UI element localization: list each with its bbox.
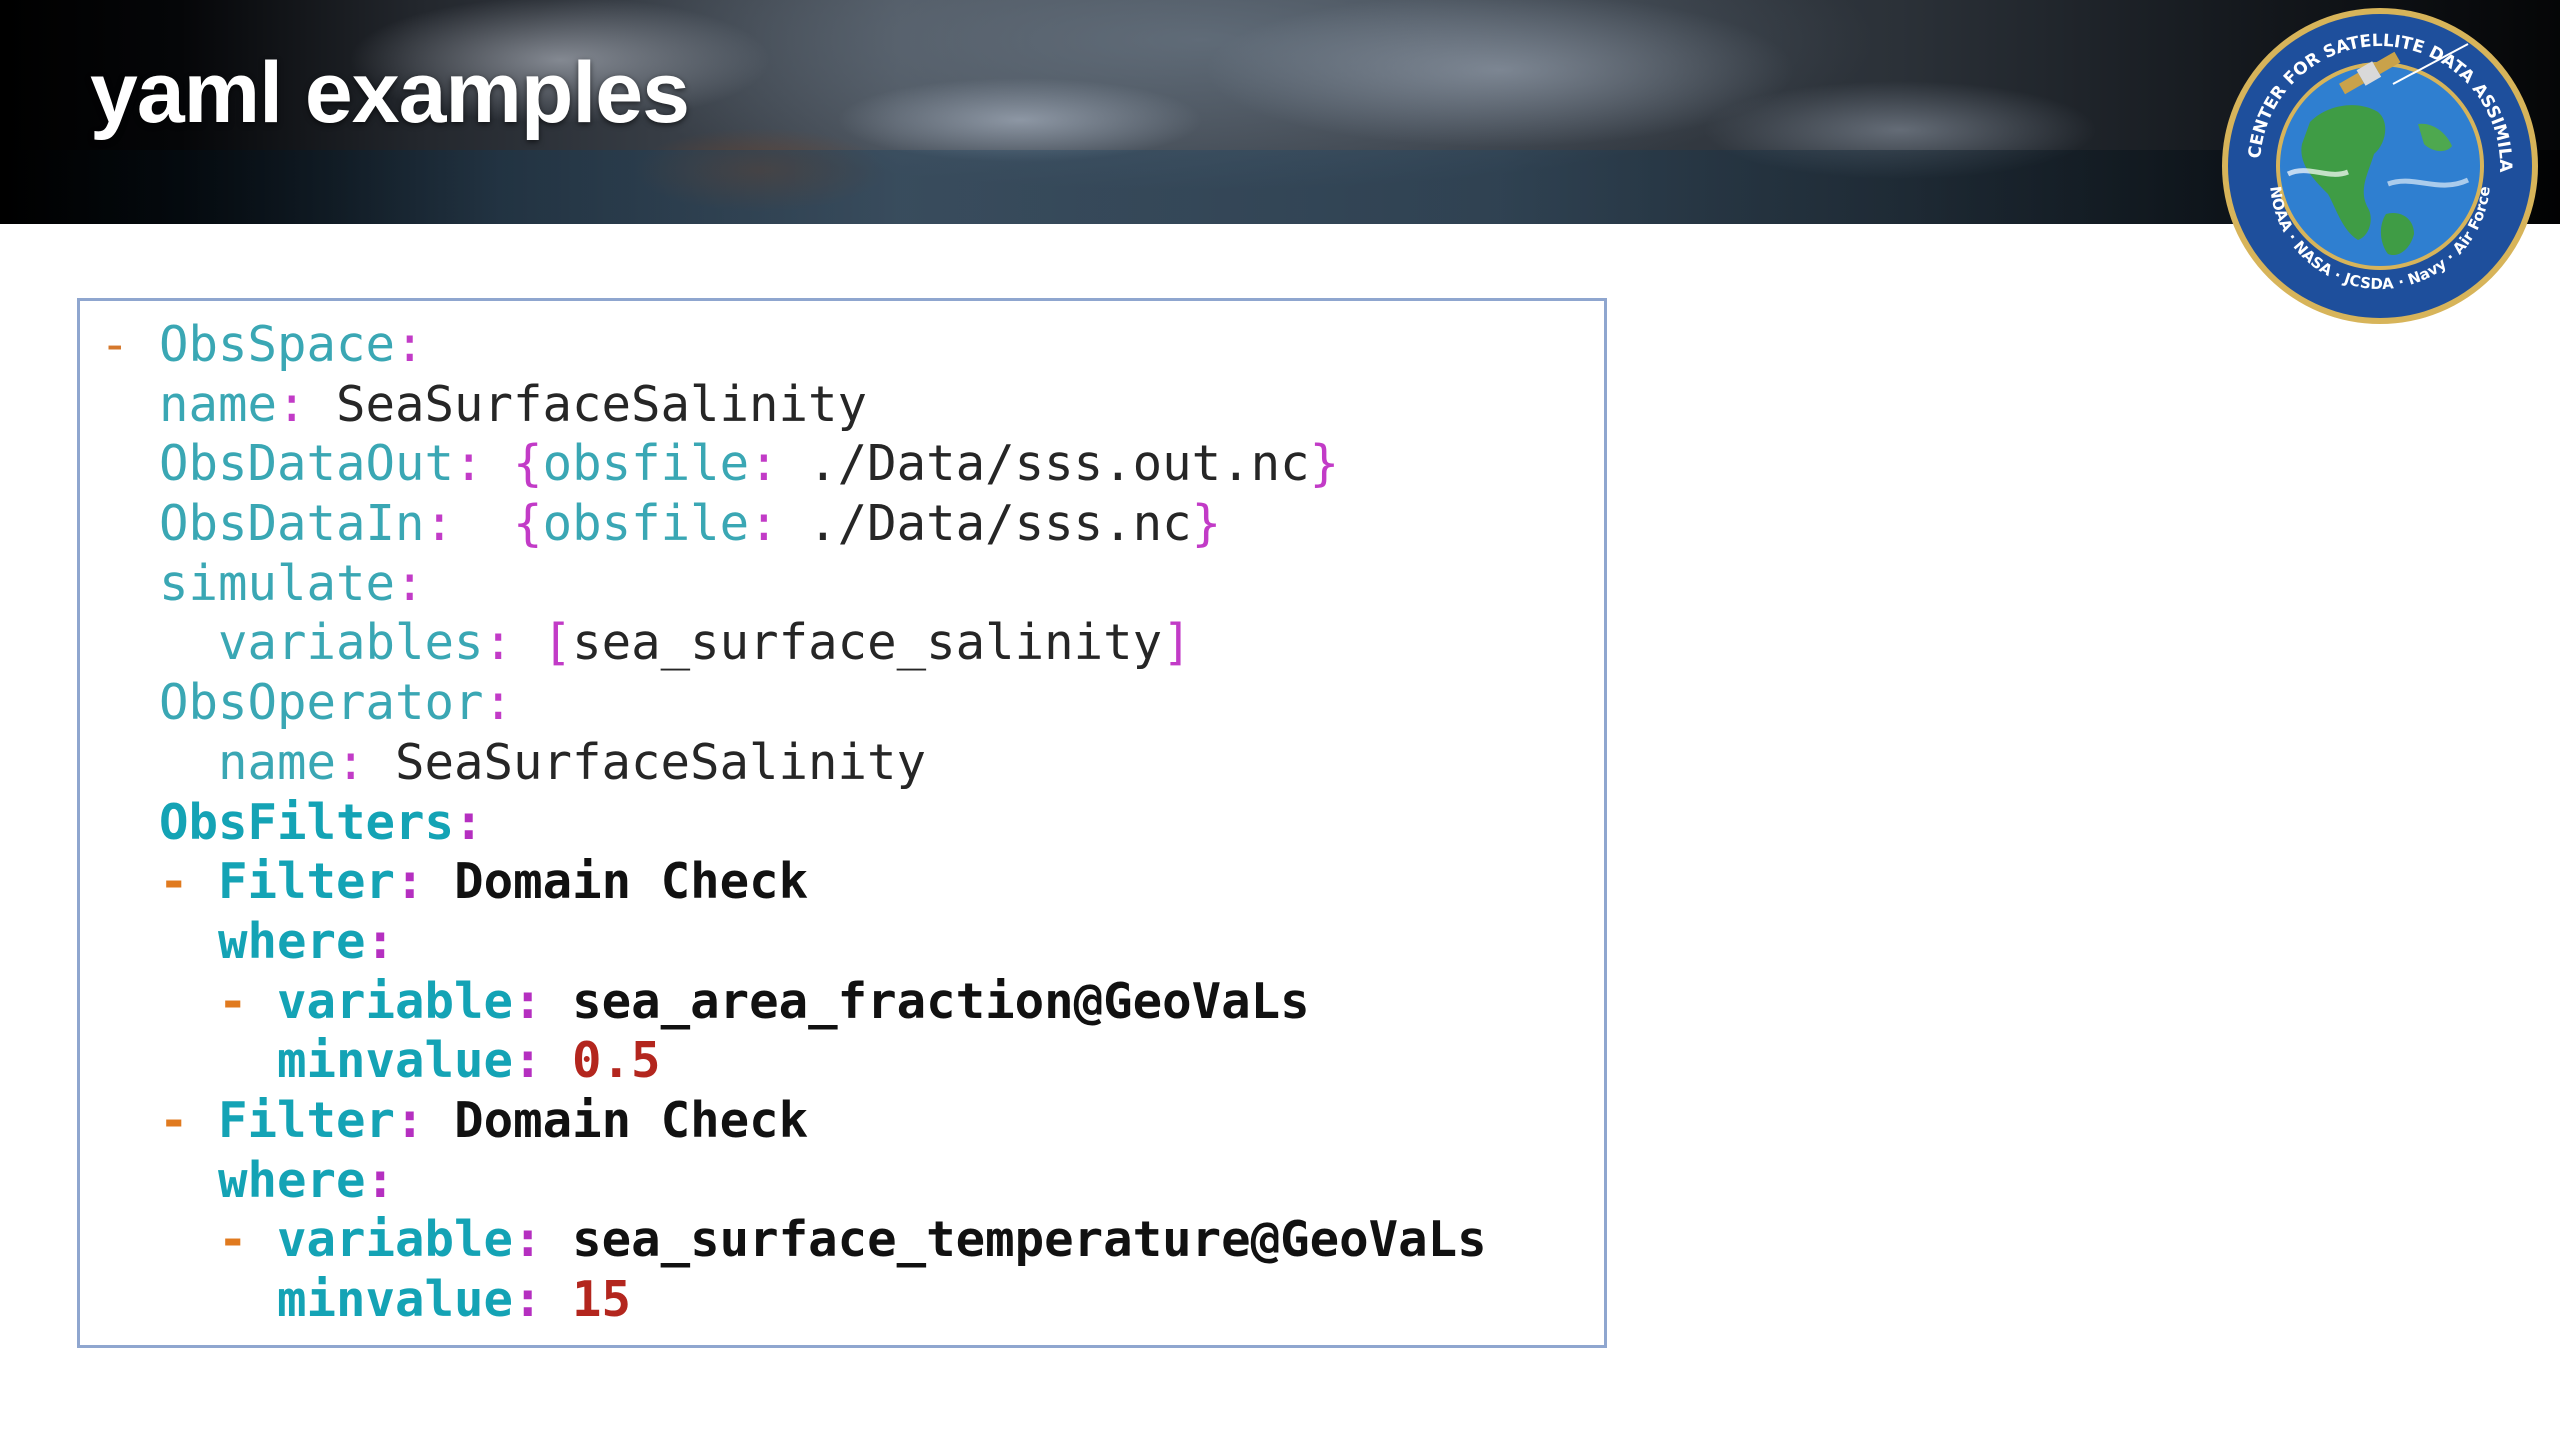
yaml-value: SeaSurfaceSalinity — [395, 733, 927, 791]
yaml-key: minvalue — [277, 1032, 514, 1090]
yaml-key: ObsDataIn — [159, 495, 425, 553]
yaml-punct: : — [277, 375, 337, 433]
yaml-key: name — [218, 733, 337, 791]
yaml-punct: : — [513, 972, 573, 1030]
yaml-punct: { — [513, 435, 543, 493]
yaml-value: SeaSurfaceSalinity — [336, 375, 868, 433]
yaml-punct: } — [1309, 435, 1340, 493]
code-line-1: - ObsSpace: — [100, 315, 1487, 375]
code-line-12: - variable: sea_area_fraction@GeoVaLs — [100, 972, 1487, 1032]
yaml-key: obsfile — [542, 495, 750, 553]
yaml-code: - ObsSpace: name: SeaSurfaceSalinity Obs… — [100, 315, 1487, 1330]
yaml-value: sea_surface_temperature@GeoVaLs — [572, 1211, 1487, 1269]
yaml-value: sea_area_fraction@GeoVaLs — [572, 972, 1310, 1030]
yaml-punct: : — [513, 1211, 573, 1269]
yaml-key: ObsSpace — [159, 316, 396, 373]
yaml-key: ObsFilters — [159, 793, 455, 851]
yaml-punct: : — [395, 853, 455, 911]
code-line-11: where: — [100, 912, 1487, 972]
yaml-key: variables — [218, 614, 484, 672]
code-line-3: ObsDataOut: {obsfile: ./Data/sss.out.nc} — [100, 434, 1487, 494]
yaml-key: simulate — [159, 554, 396, 612]
yaml-key: Filter — [218, 853, 396, 911]
yaml-punct: : — [483, 674, 514, 732]
yaml-key: name — [159, 375, 278, 433]
yaml-number: 15 — [572, 1271, 632, 1328]
yaml-punct: : — [454, 793, 484, 851]
yaml-punct: : — [336, 733, 396, 791]
slide-title: yaml examples — [90, 45, 690, 141]
yaml-value: ./Data/sss.nc — [808, 495, 1192, 553]
yaml-value: Domain Check — [454, 1091, 809, 1149]
yaml-dash: - — [218, 972, 278, 1030]
code-line-6: variables: [sea_surface_salinity] — [100, 613, 1487, 673]
yaml-punct: : — [513, 1271, 573, 1328]
yaml-punct: : — [749, 495, 809, 553]
code-line-17: minvalue: 15 — [100, 1270, 1487, 1330]
code-line-5: simulate: — [100, 554, 1487, 614]
code-line-7: ObsOperator: — [100, 673, 1487, 733]
yaml-punct: : — [395, 554, 425, 612]
yaml-code-box: - ObsSpace: name: SeaSurfaceSalinity Obs… — [77, 298, 1607, 1348]
yaml-punct: : — [365, 1151, 396, 1209]
code-line-16: - variable: sea_surface_temperature@GeoV… — [100, 1210, 1487, 1270]
yaml-punct: : — [749, 435, 809, 493]
code-line-9: ObsFilters: — [100, 793, 1487, 853]
banner-earth-band — [0, 150, 2560, 224]
code-line-4: ObsDataIn: {obsfile: ./Data/sss.nc} — [100, 494, 1487, 554]
yaml-dash: - — [159, 853, 219, 911]
yaml-key: where — [218, 912, 366, 970]
yaml-number: 0.5 — [572, 1032, 661, 1090]
yaml-key: ObsDataOut — [159, 435, 455, 493]
code-line-2: name: SeaSurfaceSalinity — [100, 375, 1487, 435]
yaml-key: variable — [277, 972, 514, 1030]
yaml-key: minvalue — [277, 1271, 514, 1328]
yaml-punct: : — [395, 316, 425, 373]
code-line-8: name: SeaSurfaceSalinity — [100, 733, 1487, 793]
yaml-dash: - — [159, 1091, 219, 1149]
yaml-dash: - — [100, 316, 160, 373]
header-banner: yaml examples — [0, 0, 2560, 224]
code-line-14: - Filter: Domain Check — [100, 1091, 1487, 1151]
yaml-punct: ] — [1162, 614, 1192, 672]
yaml-key: where — [218, 1151, 366, 1209]
yaml-punct: : — [365, 912, 396, 970]
code-line-15: where: — [100, 1151, 1487, 1211]
yaml-value: sea_surface_salinity — [572, 614, 1163, 672]
code-line-10: - Filter: Domain Check — [100, 852, 1487, 912]
yaml-punct: : — [395, 1091, 455, 1149]
jcsda-logo: JOINT CENTER FOR SATELLITE DATA ASSIMILA… — [2218, 4, 2538, 324]
yaml-key: Filter — [218, 1091, 396, 1149]
yaml-dash: - — [218, 1211, 278, 1269]
yaml-punct: : — [483, 614, 543, 672]
yaml-punct: : — [513, 1032, 573, 1090]
yaml-key: variable — [277, 1211, 514, 1269]
code-line-13: minvalue: 0.5 — [100, 1031, 1487, 1091]
yaml-value: Domain Check — [454, 853, 809, 911]
yaml-punct: : — [454, 435, 514, 493]
yaml-punct: { — [513, 495, 543, 553]
yaml-value: ./Data/sss.out.nc — [808, 435, 1310, 493]
yaml-punct: : — [424, 495, 514, 553]
yaml-punct: [ — [542, 614, 573, 672]
yaml-key: ObsOperator — [159, 674, 484, 732]
yaml-key: obsfile — [542, 435, 750, 493]
yaml-punct: } — [1191, 495, 1222, 553]
